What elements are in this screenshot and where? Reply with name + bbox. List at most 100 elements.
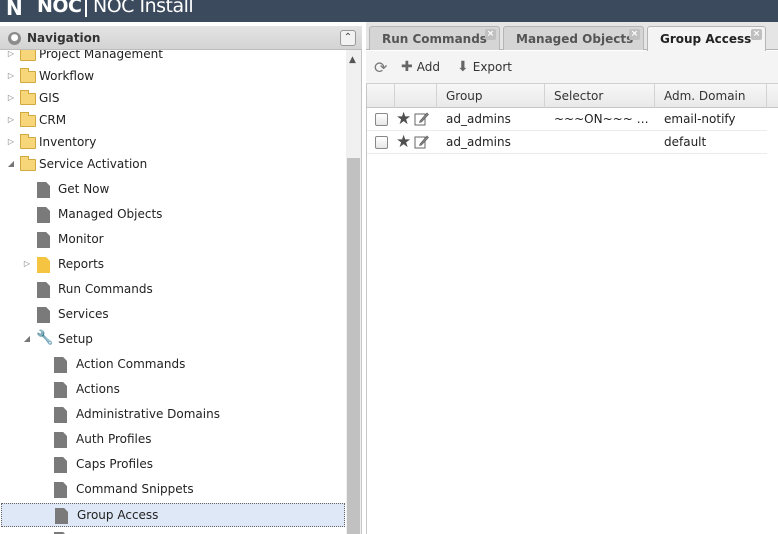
tree-item-label: Setup	[58, 332, 93, 346]
tree-item-gis[interactable]: ▷ GIS	[0, 87, 346, 109]
document-icon	[55, 508, 68, 524]
tree-item-crm[interactable]: ▷ CRM	[0, 109, 346, 131]
tree-item-label: GIS	[39, 91, 60, 105]
tab-label: Run Commands	[382, 32, 487, 46]
tree-item-label: Caps Profiles	[76, 457, 153, 471]
edit-icon[interactable]	[414, 134, 429, 149]
brand-name: NOC	[37, 0, 82, 17]
tree-item-get-now[interactable]: Get Now	[0, 178, 346, 200]
tree-item-service-activation[interactable]: ◢ Service Activation	[0, 153, 346, 175]
collapse-arrow-icon[interactable]: ◢	[6, 153, 16, 175]
tree-item-label: Group Access	[77, 508, 159, 522]
tree-item-command-snippets[interactable]: Command Snippets	[0, 478, 346, 500]
collapse-panel-button[interactable]: ⌃	[340, 30, 356, 46]
refresh-icon[interactable]: ⟳	[374, 58, 387, 77]
select-column-header[interactable]	[367, 84, 395, 108]
tree-item-label: Services	[58, 307, 109, 321]
star-icon[interactable]: ★	[396, 132, 411, 152]
wrench-icon: 🔧	[36, 330, 54, 346]
tree-item-label: Command Snippets	[76, 482, 194, 496]
table-row[interactable]: ★ ad_admins ~~~ON~~~ 1... email-notify	[367, 108, 767, 131]
document-icon	[54, 407, 67, 423]
cell-group: ad_admins	[446, 112, 511, 126]
expand-arrow-icon[interactable]: ▷	[22, 253, 32, 275]
folder-open-icon	[20, 156, 36, 171]
export-button[interactable]: ⬇ Export	[457, 59, 512, 75]
add-label: Add	[416, 60, 440, 74]
tree-item-auth-profiles[interactable]: Auth Profiles	[0, 428, 346, 450]
document-icon	[37, 182, 50, 198]
close-tab-icon[interactable]: ×	[751, 29, 762, 40]
collapse-arrow-icon[interactable]: ◢	[22, 328, 32, 350]
table-row[interactable]: ★ ad_admins default	[367, 131, 767, 154]
tree-item-label: Run Commands	[58, 282, 153, 296]
tree-item-monitor[interactable]: Monitor	[0, 228, 346, 250]
navigation-header: ● Navigation ⌃	[0, 26, 362, 50]
report-icon	[37, 257, 50, 273]
tree-item-run-commands[interactable]: Run Commands	[0, 278, 346, 300]
tree-item-administrative-domains[interactable]: Administrative Domains	[0, 403, 346, 425]
document-icon	[54, 457, 67, 473]
tree-item-group-access[interactable]: Group Access	[1, 503, 345, 527]
close-tab-icon[interactable]: ×	[629, 29, 640, 40]
tree-item-setup[interactable]: ◢ 🔧 Setup	[0, 328, 346, 350]
tree-item-actions[interactable]: Actions	[0, 378, 346, 400]
document-icon	[37, 307, 50, 323]
expand-arrow-icon[interactable]: ▷	[6, 131, 16, 153]
navigation-icon: ●	[8, 32, 21, 45]
cell-adm-domain: email-notify	[664, 112, 736, 126]
edit-icon[interactable]	[414, 111, 429, 126]
tab-run-commands[interactable]: Run Commands ×	[369, 26, 500, 50]
folder-icon	[20, 68, 36, 83]
star-icon[interactable]: ★	[396, 109, 411, 129]
tree-item-action-commands[interactable]: Action Commands	[0, 353, 346, 375]
tree-item-managed-objects[interactable]: Managed Objects	[0, 203, 346, 225]
expand-arrow-icon[interactable]: ▷	[6, 87, 16, 109]
column-header-adm-domain[interactable]: Adm. Domain	[655, 84, 767, 108]
noc-logo: N	[6, 0, 23, 20]
tree-item-project-management[interactable]: ▷ Project Management	[0, 50, 346, 65]
tree-item-reports[interactable]: ▷ Reports	[0, 253, 346, 275]
installation-title: NOC Install	[93, 0, 194, 17]
tab-group-access[interactable]: Group Access ×	[647, 26, 766, 51]
tree-item-label: CRM	[39, 113, 67, 127]
scrollbar-thumb[interactable]	[347, 158, 360, 534]
column-header-group[interactable]: Group	[437, 84, 545, 108]
tab-bar: Run Commands × Managed Objects × Group A…	[366, 22, 778, 51]
app-header: N NOC NOC Install	[0, 0, 778, 22]
row-checkbox[interactable]	[375, 136, 388, 149]
tree-item-label: Managed Objects	[58, 207, 163, 221]
expand-arrow-icon[interactable]: ▷	[6, 109, 16, 131]
close-tab-icon[interactable]: ×	[485, 29, 496, 40]
cell-selector	[545, 131, 655, 154]
grid-header: Group Selector Adm. Domain	[367, 84, 778, 108]
navigation-tree: ▷ Project Management ▷ Workflow ▷ GIS ▷ …	[0, 50, 346, 534]
column-header-selector[interactable]: Selector	[545, 84, 655, 108]
tab-managed-objects[interactable]: Managed Objects ×	[503, 26, 644, 50]
expand-arrow-icon[interactable]: ▷	[6, 50, 16, 65]
header-separator	[85, 0, 87, 17]
folder-icon	[20, 112, 36, 127]
tree-scrollbar[interactable]: ▲	[346, 50, 361, 534]
cell-selector: ~~~ON~~~ 1...	[554, 112, 655, 126]
navigation-title: Navigation	[27, 31, 101, 45]
expand-arrow-icon[interactable]: ▷	[6, 65, 16, 87]
add-button[interactable]: ✚ Add	[401, 59, 440, 75]
tree-item-label: Get Now	[58, 182, 110, 196]
tree-item-label: Actions	[76, 382, 120, 396]
tree-item-label: Reports	[58, 257, 105, 271]
document-icon	[54, 382, 67, 398]
folder-icon	[20, 50, 36, 61]
tree-item-services[interactable]: Services	[0, 303, 346, 325]
row-checkbox[interactable]	[375, 113, 388, 126]
tree-item-caps-profiles[interactable]: Caps Profiles	[0, 453, 346, 475]
scroll-up-icon[interactable]: ▲	[349, 55, 356, 65]
tab-label: Managed Objects	[516, 32, 634, 46]
tree-item-label: Inventory	[39, 135, 97, 149]
tree-item-workflow[interactable]: ▷ Workflow	[0, 65, 346, 87]
cell-adm-domain: default	[664, 135, 707, 149]
export-label: Export	[472, 60, 513, 74]
tree-item-inventory[interactable]: ▷ Inventory	[0, 131, 346, 153]
folder-icon	[20, 90, 36, 105]
actions-column-header	[395, 84, 437, 108]
